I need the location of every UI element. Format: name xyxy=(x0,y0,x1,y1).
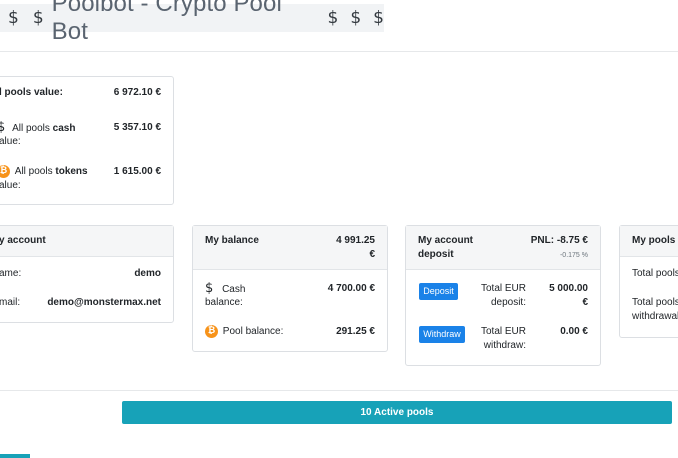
dollar-icon: $ xyxy=(327,8,339,28)
pools-deposit-title: My pools d xyxy=(632,235,678,246)
active-pools-button[interactable]: 10 Active pools xyxy=(122,401,672,424)
dollar-icon: $ xyxy=(373,8,384,28)
dollar-icon: $ xyxy=(32,8,44,28)
card-header: y account xyxy=(0,226,173,257)
total-withdraw-value: 0.00 € xyxy=(560,326,588,337)
dollar-icon: $ xyxy=(8,8,19,28)
pools-withdrawal-label: Total pools xyxy=(632,297,678,308)
card-header: My pools d xyxy=(620,226,678,257)
total-deposit-value: 5 000.00 xyxy=(549,283,588,294)
pools-value-card: l pools value: 6 972.10 € $ All pools ca… xyxy=(0,76,174,205)
pnl-value: PNL: -8.75 € xyxy=(530,235,588,246)
tokens-value: 1 615.00 € xyxy=(113,166,161,177)
bitcoin-icon: ₿ xyxy=(0,165,10,178)
total-deposit-label: Total EUR xyxy=(480,283,526,294)
withdraw-button[interactable]: Withdraw xyxy=(419,326,465,343)
cash-balance-label: $ Cash xyxy=(205,281,246,296)
dollar-icon: $ xyxy=(205,281,214,296)
pool-balance-value: 291.25 € xyxy=(336,326,375,337)
name-label: ame: xyxy=(0,268,22,279)
page-title-bar: $ $ Poolbot - Crypto Pool Bot $ $ $ xyxy=(0,0,384,45)
email-value: demo@monstermax.net xyxy=(47,297,161,308)
bottom-button[interactable] xyxy=(0,454,30,458)
pnl-percent: -0.175 % xyxy=(559,252,588,259)
card-header: My balance 4 991.25 € xyxy=(193,226,387,270)
dollar-icon: $ xyxy=(0,120,6,135)
page-title: Poolbot - Crypto Pool Bot xyxy=(51,0,282,45)
bitcoin-icon: ₿ xyxy=(205,325,218,338)
divider xyxy=(0,51,678,52)
cash-value: 5 357.10 € xyxy=(113,122,161,133)
name-value: demo xyxy=(134,268,161,279)
pool-balance-label: ₿ Pool balance: xyxy=(205,325,283,339)
pools-deposit-label: Total pools xyxy=(632,268,678,279)
divider xyxy=(0,390,678,391)
pools-deposit-card: My pools d Total pools Total pools withd… xyxy=(619,225,678,338)
account-title: y account xyxy=(0,235,46,246)
card-header: My account deposit PNL: -8.75 € -0.175 % xyxy=(406,226,600,270)
balance-title: My balance xyxy=(205,235,259,246)
deposit-card: My account deposit PNL: -8.75 € -0.175 %… xyxy=(405,225,601,366)
all-pools-value-label: l pools value: xyxy=(0,87,63,98)
dollar-icon: $ xyxy=(350,8,362,28)
account-card: y account ame: demo mail: demo@monsterma… xyxy=(0,225,174,323)
cash-balance-value: 4 700.00 € xyxy=(327,283,375,294)
total-withdraw-label: Total EUR xyxy=(480,326,526,337)
deposit-title: My account xyxy=(418,235,474,246)
all-pools-value: 6 972.10 € xyxy=(113,87,161,98)
tokens-label: ₿ All pools tokens xyxy=(0,165,88,179)
cash-label: $ All pools cash xyxy=(0,121,75,136)
balance-card: My balance 4 991.25 € $ Cash balance: 4 … xyxy=(192,225,388,352)
balance-total: 4 991.25 xyxy=(336,235,375,246)
email-label: mail: xyxy=(0,297,21,308)
deposit-button[interactable]: Deposit xyxy=(419,283,458,300)
